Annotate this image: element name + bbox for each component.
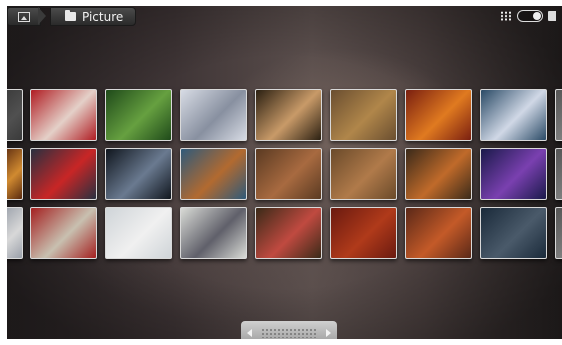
photo-thumbnail[interactable]	[7, 207, 23, 259]
photo-thumbnail[interactable]	[180, 207, 247, 259]
photo-thumbnail[interactable]	[255, 148, 322, 200]
folder-icon	[65, 10, 76, 21]
photo-thumbnail[interactable]	[105, 207, 172, 259]
slideshow-icon[interactable]	[548, 11, 556, 21]
photo-thumbnail[interactable]	[255, 207, 322, 259]
photo-thumbnail[interactable]	[105, 89, 172, 141]
photo-thumbnail[interactable]	[30, 89, 97, 141]
gallery-icon	[18, 11, 30, 22]
photo-thumbnail[interactable]	[330, 89, 397, 141]
photo-thumbnail[interactable]	[7, 148, 23, 200]
photo-thumbnail[interactable]	[405, 148, 472, 200]
gallery-home-button[interactable]	[7, 7, 41, 26]
photo-thumbnail[interactable]	[480, 207, 547, 259]
action-bar: Picture	[7, 6, 562, 26]
photo-thumbnail-partial[interactable]	[555, 207, 562, 259]
view-controls	[500, 9, 556, 23]
photo-thumbnail[interactable]	[330, 148, 397, 200]
photo-thumbnail[interactable]	[180, 89, 247, 141]
folder-label: Picture	[82, 9, 124, 24]
scroll-right-icon[interactable]	[326, 329, 331, 337]
scroller-grip[interactable]	[261, 328, 317, 338]
scroll-left-icon[interactable]	[247, 329, 252, 337]
photo-thumbnail[interactable]	[7, 89, 23, 141]
photo-thumbnail[interactable]	[105, 148, 172, 200]
photo-thumbnail-partial[interactable]	[555, 89, 562, 141]
photo-thumbnail[interactable]	[255, 89, 322, 141]
horizontal-scroller[interactable]	[241, 321, 337, 339]
view-toggle-icon[interactable]	[517, 10, 543, 22]
photo-thumbnail[interactable]	[480, 148, 547, 200]
photo-thumbnail[interactable]	[30, 207, 97, 259]
photo-thumbnail[interactable]	[180, 148, 247, 200]
photo-thumbnail[interactable]	[330, 207, 397, 259]
breadcrumb-arrow	[38, 7, 46, 25]
photo-thumbnail-partial[interactable]	[555, 148, 562, 200]
photo-thumbnail[interactable]	[405, 89, 472, 141]
photo-thumbnail[interactable]	[30, 148, 97, 200]
grid-view-icon[interactable]	[500, 11, 512, 21]
photo-thumbnail[interactable]	[480, 89, 547, 141]
gallery-screen: Picture	[7, 6, 562, 339]
breadcrumb-folder[interactable]: Picture	[50, 7, 136, 26]
photo-thumbnail[interactable]	[405, 207, 472, 259]
